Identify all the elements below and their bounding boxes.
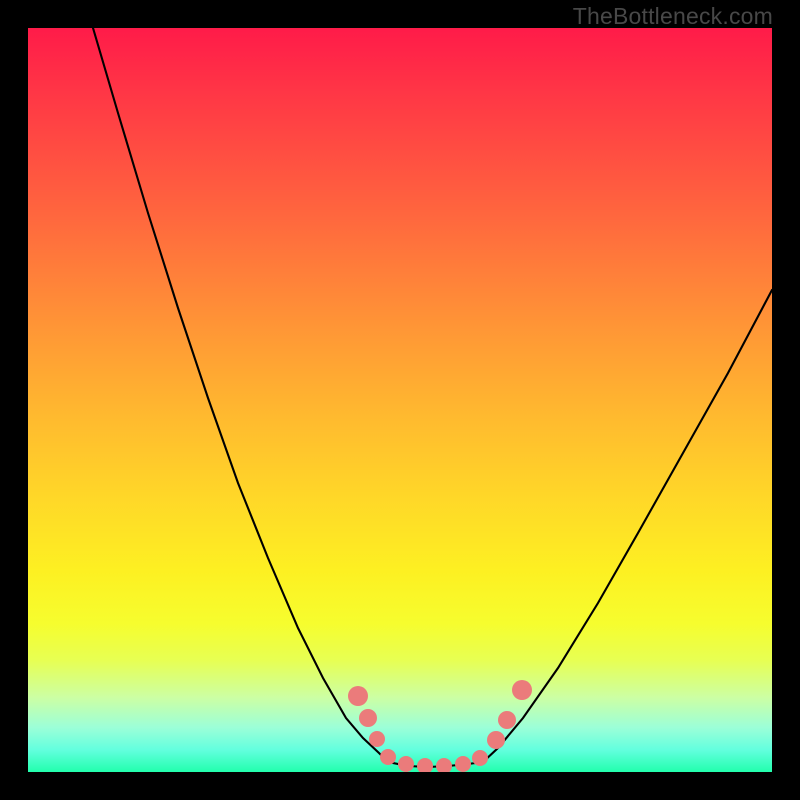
outer-frame: TheBottleneck.com (0, 0, 800, 800)
overlay-dot (436, 758, 452, 772)
overlay-dot (398, 756, 414, 772)
overlay-dot (417, 758, 433, 772)
overlay-dot (348, 686, 368, 706)
bottleneck-curve (93, 28, 772, 767)
curve-svg (28, 28, 772, 772)
overlay-dot (359, 709, 377, 727)
overlay-dot (380, 749, 396, 765)
overlay-dot (498, 711, 516, 729)
overlay-dot (472, 750, 488, 766)
overlay-dot (369, 731, 385, 747)
plot-area (28, 28, 772, 772)
overlay-dot (487, 731, 505, 749)
watermark-text: TheBottleneck.com (573, 3, 773, 30)
overlay-dot (512, 680, 532, 700)
overlay-dot (455, 756, 471, 772)
